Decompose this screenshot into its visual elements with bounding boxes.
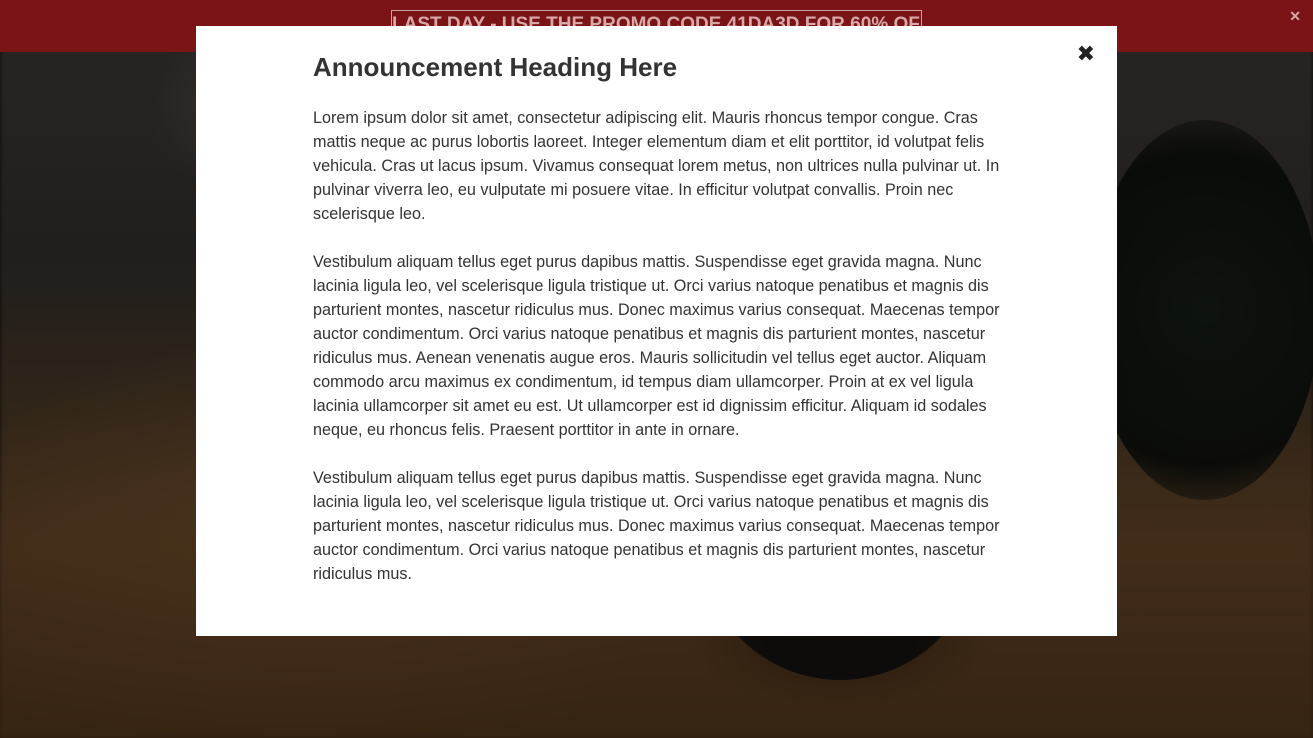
modal-heading: Announcement Heading Here	[313, 52, 678, 82]
modal-paragraph: Vestibulum aliquam tellus eget purus dap…	[313, 253, 1000, 439]
close-icon[interactable]: ✖	[1077, 44, 1095, 66]
modal-paragraph: Lorem ipsum dolor sit amet, consectetur …	[313, 109, 1000, 223]
announcement-modal: ✖ Announcement Heading Here Lorem ipsum …	[196, 26, 1117, 636]
page: LAST DAY - USE THE PROMO CODE 41DA3D FOR…	[0, 0, 1313, 738]
modal-body: Lorem ipsum dolor sit amet, consectetur …	[313, 106, 1005, 610]
promo-close-icon[interactable]: ✕	[1289, 8, 1301, 25]
modal-paragraph: Vestibulum aliquam tellus eget purus dap…	[313, 469, 1000, 583]
